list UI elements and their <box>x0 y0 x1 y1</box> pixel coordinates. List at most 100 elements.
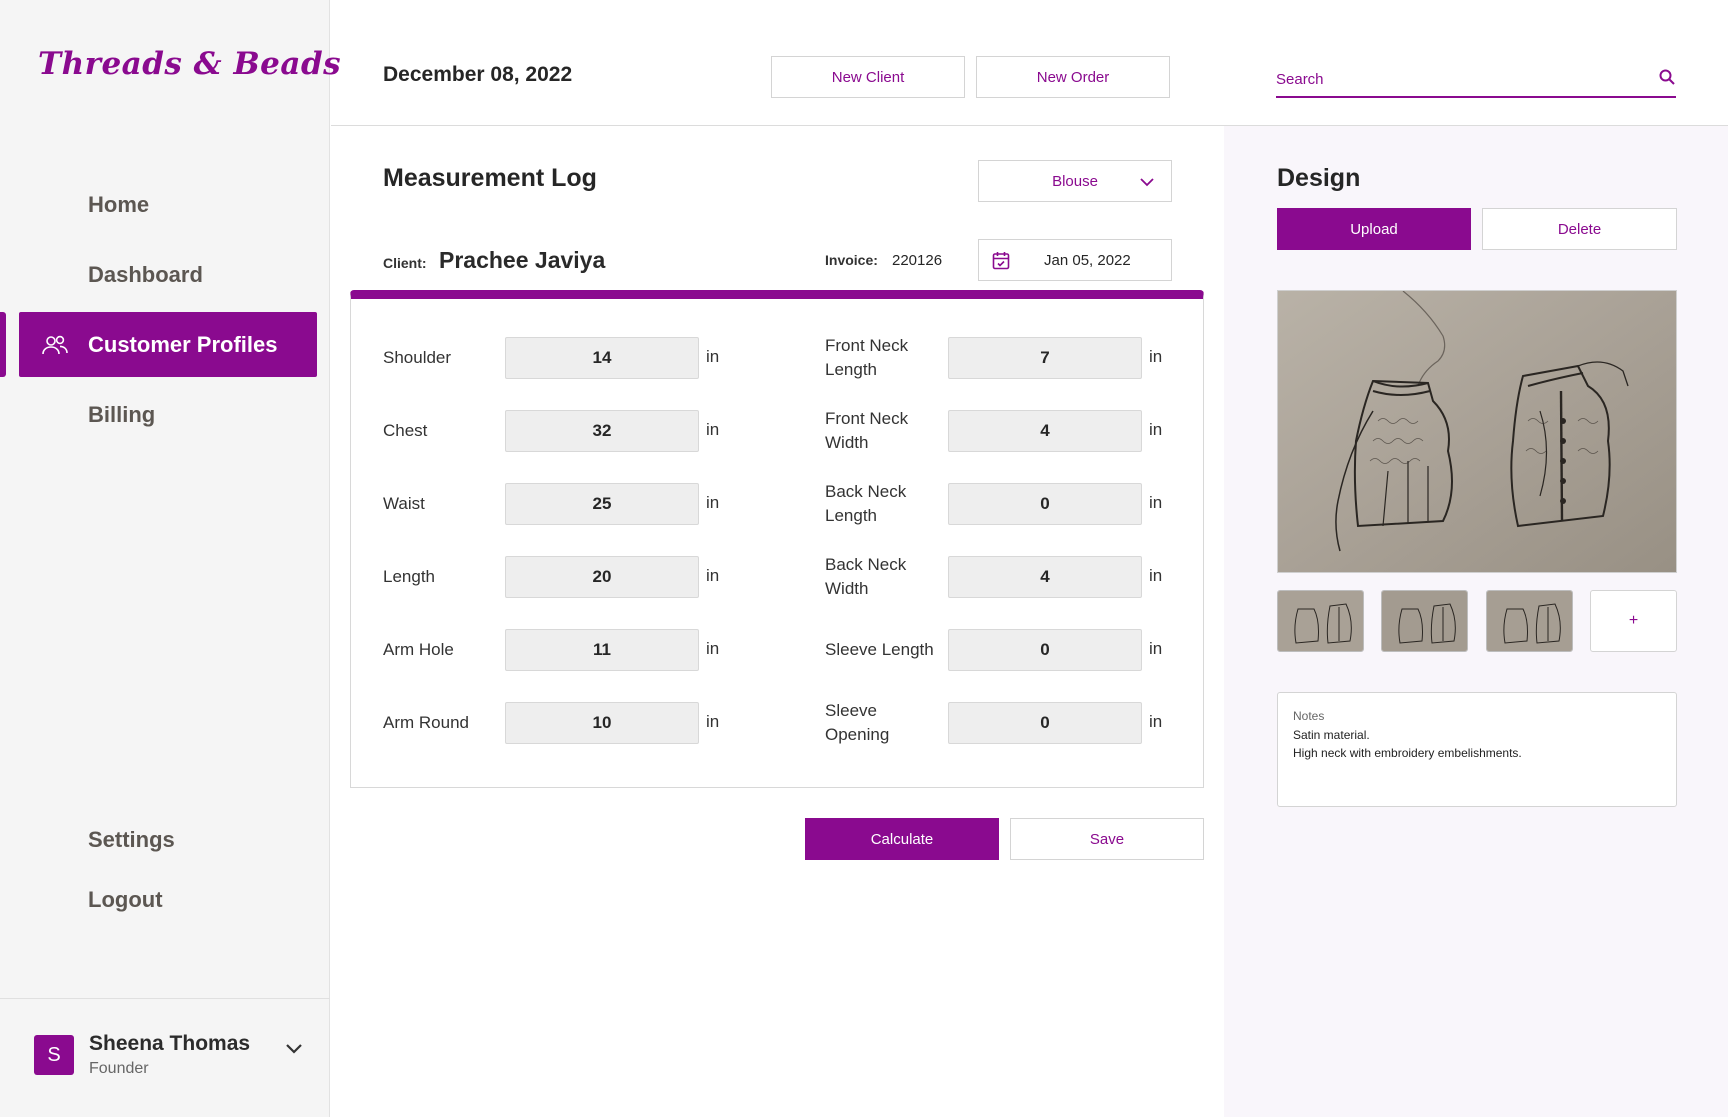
garment-type-value: Blouse <box>1052 172 1098 190</box>
search-bar <box>1276 62 1676 98</box>
brand-logo[interactable]: Threads & Beads <box>38 46 341 82</box>
notes-label: Notes <box>1293 709 1325 723</box>
front-neck-length-input[interactable] <box>948 337 1142 379</box>
active-nav-marker <box>0 312 6 377</box>
notes-text: High neck with embroidery embelishments. <box>1293 746 1522 760</box>
field-label-line: Back Neck <box>825 555 907 574</box>
back-neck-width-input[interactable] <box>948 556 1142 598</box>
unit-label: in <box>706 712 720 731</box>
order-date-value: Jan 05, 2022 <box>1044 252 1131 269</box>
nav-item-dashboard[interactable]: Dashboard <box>19 242 317 307</box>
field-label: Front Neck Width <box>825 407 908 455</box>
avatar[interactable]: S <box>34 1035 74 1075</box>
nav-item-logout[interactable]: Logout <box>19 867 317 932</box>
design-thumbnail[interactable] <box>1277 590 1364 652</box>
notes-text: Satin material. <box>1293 728 1370 742</box>
chest-input[interactable] <box>505 410 699 452</box>
sidebar: Threads & Beads Home Dashboard Customer … <box>0 0 341 1117</box>
client-name: Prachee Javiya <box>439 247 606 273</box>
chevron-down-icon[interactable] <box>284 1038 304 1058</box>
unit-label: in <box>1149 566 1163 585</box>
nav-item-label: Billing <box>88 401 156 427</box>
field-label-line: Length <box>825 360 877 379</box>
field-label-line: Sleeve Length <box>825 640 934 659</box>
nav-item-billing[interactable]: Billing <box>19 382 317 447</box>
design-thumbnail-image <box>1487 591 1572 651</box>
unit-label: in <box>1149 420 1163 439</box>
field-label: Length <box>383 567 435 586</box>
field-label-line: Length <box>825 506 877 525</box>
nav-item-label: Logout <box>88 886 163 912</box>
measurement-log-title: Measurement Log <box>383 164 597 192</box>
garment-type-select[interactable]: Blouse <box>978 160 1172 202</box>
unit-label: in <box>706 420 720 439</box>
user-role: Founder <box>89 1060 149 1077</box>
invoice-label: Invoice: <box>825 252 878 268</box>
field-label: Shoulder <box>383 348 452 367</box>
calendar-icon <box>992 252 1010 270</box>
nav-item-label: Customer Profiles <box>88 331 278 357</box>
field-label: Sleeve Length <box>825 638 934 662</box>
sleeve-opening-input[interactable] <box>948 702 1142 744</box>
unit-label: in <box>706 493 720 512</box>
design-thumbnail[interactable] <box>1381 590 1468 652</box>
unit-label: in <box>1149 639 1163 658</box>
users-icon <box>42 335 68 355</box>
field-label: Arm Hole <box>383 640 454 659</box>
field-label: Back Neck Length <box>825 480 906 528</box>
notes-box[interactable]: Notes Satin material. High neck with emb… <box>1277 692 1677 807</box>
design-title: Design <box>1277 164 1361 192</box>
field-label-line: Front Neck <box>825 336 909 355</box>
new-order-button[interactable]: New Order <box>976 56 1170 98</box>
calculate-button[interactable]: Calculate <box>805 818 999 860</box>
waist-input[interactable] <box>505 483 699 525</box>
nav-item-home[interactable]: Home <box>19 172 317 237</box>
design-thumbnail[interactable] <box>1486 590 1573 652</box>
client-label: Client: <box>383 255 427 271</box>
upload-button[interactable]: Upload <box>1277 208 1471 250</box>
field-label: Chest <box>383 421 428 440</box>
field-label-line: Front Neck <box>825 409 909 428</box>
delete-button[interactable]: Delete <box>1482 208 1677 250</box>
field-label: Waist <box>383 494 425 513</box>
unit-label: in <box>706 639 720 658</box>
arm-round-input[interactable] <box>505 702 699 744</box>
add-design-button[interactable]: + <box>1590 590 1677 652</box>
arm-hole-input[interactable] <box>505 629 699 671</box>
search-icon[interactable] <box>1658 68 1676 86</box>
search-input[interactable] <box>1276 66 1636 92</box>
user-name: Sheena Thomas <box>89 1032 251 1055</box>
back-neck-length-input[interactable] <box>948 483 1142 525</box>
save-button[interactable]: Save <box>1010 818 1204 860</box>
nav-item-label: Home <box>88 191 150 217</box>
unit-label: in <box>1149 347 1163 366</box>
field-label-line: Sleeve <box>825 701 877 720</box>
sleeve-length-input[interactable] <box>948 629 1142 671</box>
unit-label: in <box>706 566 720 585</box>
nav-item-customer-profiles[interactable]: Customer Profiles <box>19 312 317 377</box>
nav-item-label: Settings <box>88 826 175 852</box>
length-input[interactable] <box>505 556 699 598</box>
field-label-line: Width <box>825 433 869 452</box>
field-label: Front Neck Length <box>825 334 908 382</box>
front-neck-width-input[interactable] <box>948 410 1142 452</box>
unit-label: in <box>1149 493 1163 512</box>
field-label: Sleeve Opening <box>825 699 889 747</box>
nav-item-label: Dashboard <box>88 261 203 287</box>
invoice-number: 220126 <box>892 252 943 269</box>
field-label-line: Back Neck <box>825 482 907 501</box>
order-date-field[interactable]: Jan 05, 2022 <box>978 239 1172 281</box>
design-sketch-drawing <box>1278 291 1676 572</box>
chevron-down-icon <box>1140 178 1154 187</box>
unit-label: in <box>706 347 720 366</box>
design-sketch-image[interactable] <box>1277 290 1677 573</box>
field-label: Back Neck Width <box>825 553 906 601</box>
design-thumbnail-image <box>1382 591 1467 651</box>
field-label: Arm Round <box>383 713 469 732</box>
nav-item-settings[interactable]: Settings <box>19 807 317 872</box>
sidebar-divider <box>0 998 330 999</box>
field-label-line: Width <box>825 579 869 598</box>
shoulder-input[interactable] <box>505 337 699 379</box>
new-client-button[interactable]: New Client <box>771 56 965 98</box>
unit-label: in <box>1149 712 1163 731</box>
